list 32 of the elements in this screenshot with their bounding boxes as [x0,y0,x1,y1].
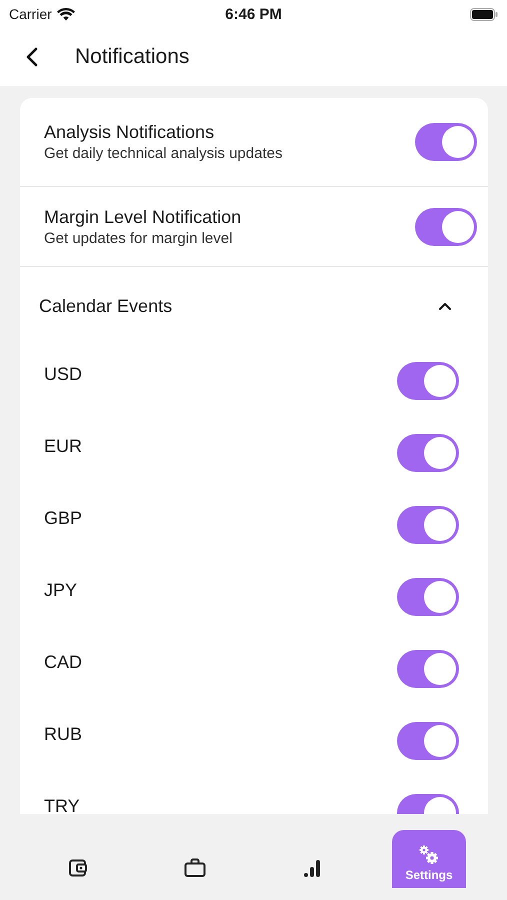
wallet-icon [68,858,88,878]
toggle-switch[interactable] [397,434,459,472]
battery-icon [470,8,498,20]
toggle-switch[interactable] [397,722,459,760]
page-title: Notifications [75,45,190,69]
briefcase-icon [184,858,206,878]
gears-icon [417,844,441,866]
clock-time: 6:46 PM [225,6,282,22]
currency-label: CAD [44,652,82,672]
section-title: Calendar Events [39,296,172,316]
setting-description: Get daily technical analysis updates [44,145,282,162]
currency-label: USD [44,364,82,384]
toggle-switch[interactable] [397,362,459,400]
toggle-switch[interactable] [397,650,459,688]
toggle-switch[interactable] [415,208,477,246]
wifi-icon [56,8,75,20]
back-icon[interactable] [26,47,38,67]
currency-label: TRY [44,796,80,814]
bar-chart-icon [302,858,322,878]
toggle-switch[interactable] [397,506,459,544]
setting-title: Margin Level Notification [44,206,242,228]
currency-label: JPY [44,580,78,600]
currency-label: GBP [44,508,82,528]
tab-button[interactable]: Settings [392,830,466,888]
toggle-switch[interactable] [415,123,477,161]
setting-title: Analysis Notifications [44,122,216,143]
setting-description: Get updates for margin level [44,230,234,246]
currency-label: RUB [44,724,82,744]
carrier-label: Carrier [9,6,52,22]
toggle-switch[interactable] [397,578,459,616]
currency-label: EUR [44,436,82,456]
chevron-icon[interactable] [438,300,452,312]
